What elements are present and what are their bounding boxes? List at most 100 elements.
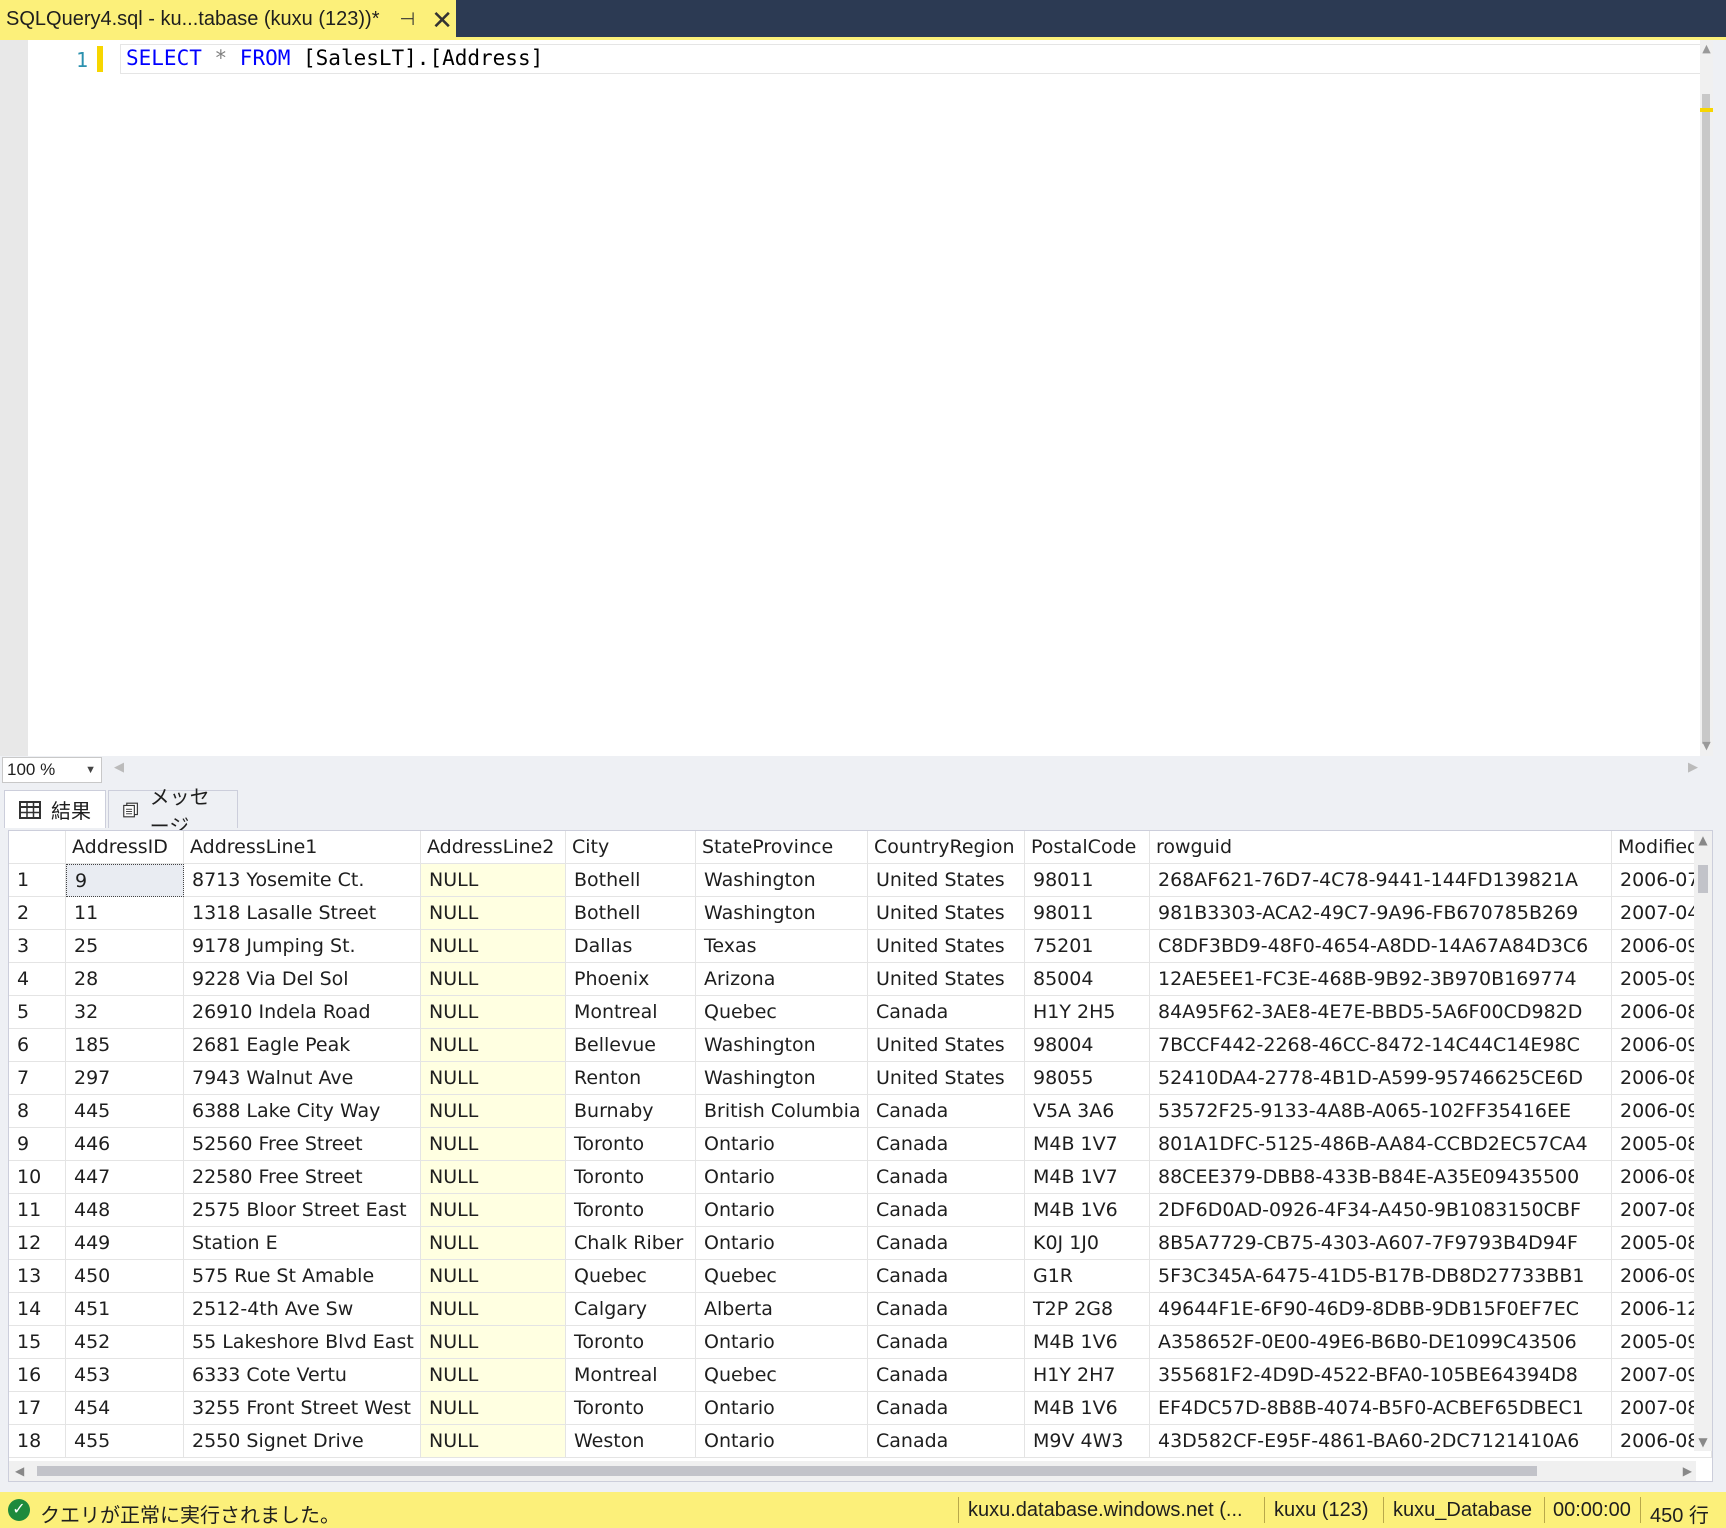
table-cell[interactable]: Canada bbox=[868, 1227, 1025, 1260]
table-cell[interactable]: Canada bbox=[868, 1326, 1025, 1359]
table-cell[interactable]: 981B3303-ACA2-49C7-9A96-FB670785B269 bbox=[1150, 897, 1612, 930]
table-cell[interactable]: NULL bbox=[421, 1359, 566, 1392]
row-number[interactable]: 1 bbox=[9, 864, 66, 897]
table-cell[interactable]: 98055 bbox=[1025, 1062, 1150, 1095]
tab-messages[interactable]: メッセージ bbox=[108, 785, 238, 838]
table-cell[interactable]: C8DF3BD9-48F0-4654-A8DD-14A67A84D3C6 bbox=[1150, 930, 1612, 963]
column-header[interactable]: AddressLine2 bbox=[421, 831, 566, 864]
table-cell[interactable]: Canada bbox=[868, 996, 1025, 1029]
grid-vscroll-thumb[interactable] bbox=[1698, 865, 1708, 893]
table-cell[interactable]: 32 bbox=[66, 996, 184, 1029]
table-cell[interactable]: 98011 bbox=[1025, 864, 1150, 897]
table-cell[interactable]: G1R bbox=[1025, 1260, 1150, 1293]
row-number[interactable]: 8 bbox=[9, 1095, 66, 1128]
table-cell[interactable]: 6388 Lake City Way bbox=[184, 1095, 421, 1128]
table-cell[interactable]: 88CEE379-DBB8-433B-B84E-A35E09435500 bbox=[1150, 1161, 1612, 1194]
table-cell[interactable]: 26910 Indela Road bbox=[184, 996, 421, 1029]
table-cell[interactable]: 22580 Free Street bbox=[184, 1161, 421, 1194]
table-cell[interactable]: Canada bbox=[868, 1392, 1025, 1425]
row-number[interactable]: 12 bbox=[9, 1227, 66, 1260]
row-number[interactable]: 18 bbox=[9, 1425, 66, 1458]
table-cell[interactable]: Dallas bbox=[566, 930, 696, 963]
table-cell[interactable]: M4B 1V6 bbox=[1025, 1392, 1150, 1425]
table-cell[interactable]: 25 bbox=[66, 930, 184, 963]
row-number[interactable]: 15 bbox=[9, 1326, 66, 1359]
table-cell[interactable]: 450 bbox=[66, 1260, 184, 1293]
grid-scroll-down-arrow-icon[interactable]: ▼ bbox=[1694, 1435, 1712, 1449]
table-cell[interactable]: Canada bbox=[868, 1260, 1025, 1293]
table-cell[interactable]: Bothell bbox=[566, 897, 696, 930]
row-number[interactable]: 5 bbox=[9, 996, 66, 1029]
table-cell[interactable]: Canada bbox=[868, 1293, 1025, 1326]
table-cell[interactable]: Phoenix bbox=[566, 963, 696, 996]
table-cell[interactable]: 452 bbox=[66, 1326, 184, 1359]
table-cell[interactable]: Canada bbox=[868, 1095, 1025, 1128]
table-cell[interactable]: 453 bbox=[66, 1359, 184, 1392]
table-cell[interactable]: Washington bbox=[696, 1029, 868, 1062]
table-cell[interactable]: H1Y 2H7 bbox=[1025, 1359, 1150, 1392]
table-cell[interactable]: 3255 Front Street West bbox=[184, 1392, 421, 1425]
table-cell[interactable]: EF4DC57D-8B8B-4074-B5F0-ACBEF65DBEC1 bbox=[1150, 1392, 1612, 1425]
table-cell[interactable]: 55 Lakeshore Blvd East bbox=[184, 1326, 421, 1359]
table-cell[interactable]: Canada bbox=[868, 1128, 1025, 1161]
column-header[interactable]: AddressLine1 bbox=[184, 831, 421, 864]
row-number[interactable]: 13 bbox=[9, 1260, 66, 1293]
grid-vertical-scrollbar[interactable]: ▲ ▼ bbox=[1694, 831, 1712, 1451]
table-cell[interactable]: Ontario bbox=[696, 1392, 868, 1425]
table-cell[interactable]: 9178 Jumping St. bbox=[184, 930, 421, 963]
column-header[interactable]: CountryRegion bbox=[868, 831, 1025, 864]
table-cell[interactable]: 2681 Eagle Peak bbox=[184, 1029, 421, 1062]
column-header[interactable]: PostalCode bbox=[1025, 831, 1150, 864]
table-cell[interactable]: NULL bbox=[421, 1326, 566, 1359]
table-cell[interactable]: Canada bbox=[868, 1161, 1025, 1194]
table-cell[interactable]: V5A 3A6 bbox=[1025, 1095, 1150, 1128]
table-cell[interactable]: United States bbox=[868, 1062, 1025, 1095]
table-cell[interactable]: Toronto bbox=[566, 1194, 696, 1227]
table-cell[interactable]: 447 bbox=[66, 1161, 184, 1194]
table-cell[interactable]: 5F3C345A-6475-41D5-B17B-DB8D27733BB1 bbox=[1150, 1260, 1612, 1293]
table-cell[interactable]: 43D582CF-E95F-4861-BA60-2DC7121410A6 bbox=[1150, 1425, 1612, 1458]
row-number[interactable]: 11 bbox=[9, 1194, 66, 1227]
table-cell[interactable]: 448 bbox=[66, 1194, 184, 1227]
table-cell[interactable]: Ontario bbox=[696, 1326, 868, 1359]
table-cell[interactable]: Toronto bbox=[566, 1326, 696, 1359]
table-cell[interactable]: Toronto bbox=[566, 1392, 696, 1425]
table-cell[interactable]: 52410DA4-2778-4B1D-A599-95746625CE6D bbox=[1150, 1062, 1612, 1095]
table-cell[interactable]: 449 bbox=[66, 1227, 184, 1260]
grid-horizontal-scrollbar[interactable]: ◀ ▶ bbox=[9, 1461, 1696, 1481]
scroll-right-arrow-icon[interactable]: ▶ bbox=[1688, 760, 1698, 775]
table-cell[interactable]: 6333 Cote Vertu bbox=[184, 1359, 421, 1392]
table-cell[interactable]: 454 bbox=[66, 1392, 184, 1425]
table-cell[interactable]: Alberta bbox=[696, 1293, 868, 1326]
table-cell[interactable]: NULL bbox=[421, 1095, 566, 1128]
table-cell[interactable]: 1318 Lasalle Street bbox=[184, 897, 421, 930]
table-cell[interactable]: United States bbox=[868, 864, 1025, 897]
row-number[interactable]: 3 bbox=[9, 930, 66, 963]
table-cell[interactable]: 9228 Via Del Sol bbox=[184, 963, 421, 996]
table-cell[interactable]: Toronto bbox=[566, 1128, 696, 1161]
pin-icon[interactable]: ⊣ bbox=[400, 9, 416, 30]
table-cell[interactable]: 801A1DFC-5125-486B-AA84-CCBD2EC57CA4 bbox=[1150, 1128, 1612, 1161]
table-cell[interactable]: NULL bbox=[421, 1260, 566, 1293]
table-cell[interactable]: Canada bbox=[868, 1425, 1025, 1458]
grid-scroll-right-arrow-icon[interactable]: ▶ bbox=[1683, 1461, 1692, 1481]
table-cell[interactable]: 9 bbox=[66, 864, 184, 897]
table-cell[interactable]: Weston bbox=[566, 1425, 696, 1458]
row-number[interactable]: 6 bbox=[9, 1029, 66, 1062]
table-cell[interactable]: Washington bbox=[696, 1062, 868, 1095]
table-cell[interactable]: 12AE5EE1-FC3E-468B-9B92-3B970B169774 bbox=[1150, 963, 1612, 996]
row-number[interactable]: 16 bbox=[9, 1359, 66, 1392]
row-number[interactable]: 17 bbox=[9, 1392, 66, 1425]
table-cell[interactable]: United States bbox=[868, 1029, 1025, 1062]
table-cell[interactable]: 575 Rue St Amable bbox=[184, 1260, 421, 1293]
table-cell[interactable]: Quebec bbox=[696, 1260, 868, 1293]
table-cell[interactable]: A358652F-0E00-49E6-B6B0-DE1099C43506 bbox=[1150, 1326, 1612, 1359]
table-cell[interactable]: 8713 Yosemite Ct. bbox=[184, 864, 421, 897]
editor-vertical-scrollbar[interactable]: ▲ ▼ bbox=[1700, 40, 1713, 756]
table-cell[interactable]: 98004 bbox=[1025, 1029, 1150, 1062]
row-number[interactable]: 9 bbox=[9, 1128, 66, 1161]
table-cell[interactable]: 85004 bbox=[1025, 963, 1150, 996]
table-cell[interactable]: Canada bbox=[868, 1359, 1025, 1392]
table-cell[interactable]: Quebec bbox=[696, 996, 868, 1029]
table-cell[interactable]: Quebec bbox=[696, 1359, 868, 1392]
